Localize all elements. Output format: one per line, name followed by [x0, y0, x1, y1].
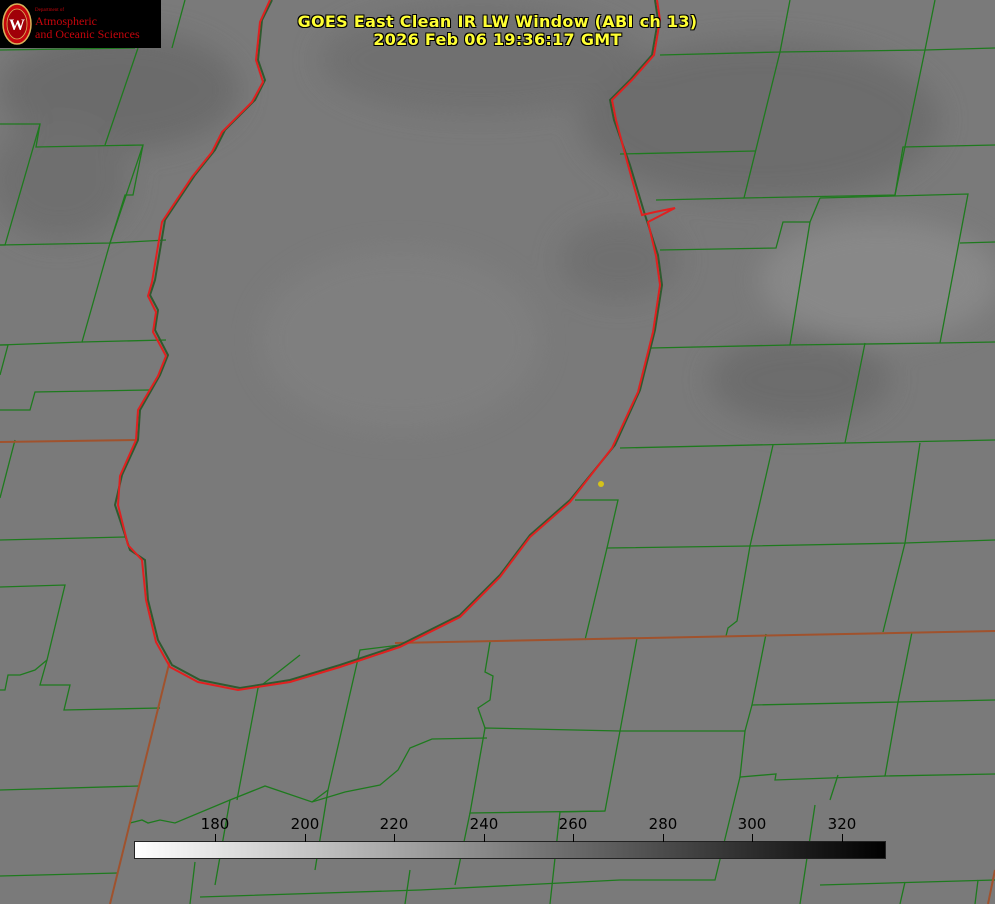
svg-text:W: W	[9, 17, 25, 34]
satellite-image-view: GOES East Clean IR LW Window (ABI ch 13)…	[0, 0, 995, 904]
colorbar-tick-label: 180	[200, 815, 230, 833]
temperature-colorbar	[134, 841, 886, 859]
state-boundaries	[0, 439, 995, 904]
colorbar-tick-label: 240	[469, 815, 499, 833]
colorbar-tick-label: 320	[827, 815, 857, 833]
colorbar-tick-mark	[752, 834, 753, 842]
uw-crest-icon: W	[2, 3, 32, 45]
aos-logo: W Department of Atmospheric and Oceanic …	[0, 0, 161, 48]
colorbar-tick-label: 260	[558, 815, 588, 833]
colorbar-tick-mark	[663, 834, 664, 842]
colorbar-tick-mark	[484, 834, 485, 842]
logo-line-2: and Oceanic Sciences	[35, 27, 140, 41]
colorbar-tick-label: 280	[648, 815, 678, 833]
colorbar-tick-label: 300	[737, 815, 767, 833]
colorbar-tick-label: 200	[290, 815, 320, 833]
colorbar-tick-mark	[842, 834, 843, 842]
cloud-texture	[0, 5, 995, 430]
logo-dept-text: Department of	[35, 8, 65, 13]
colorbar-tick-label: 220	[379, 815, 409, 833]
colorbar-tick-mark	[394, 834, 395, 842]
colorbar-tick-mark	[215, 834, 216, 842]
colorbar-tick-mark	[305, 834, 306, 842]
colorbar-tick-mark	[573, 834, 574, 842]
ir-satellite-map	[0, 0, 995, 904]
station-marker	[598, 481, 604, 487]
